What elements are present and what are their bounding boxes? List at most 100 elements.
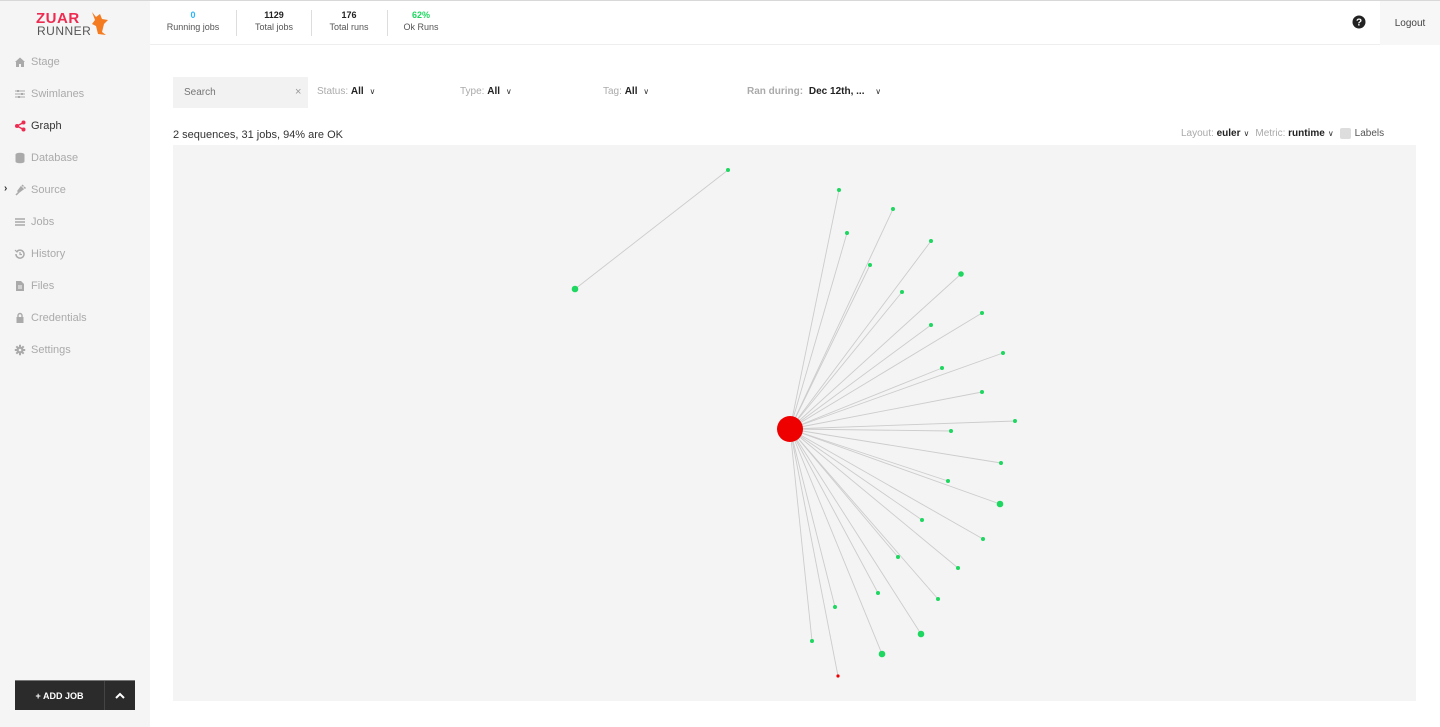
job-node[interactable]	[891, 207, 895, 211]
sequence-hub-node[interactable]	[571, 285, 579, 293]
job-node[interactable]	[936, 597, 940, 601]
add-job-button[interactable]: + ADD JOB	[15, 681, 105, 710]
job-node[interactable]	[929, 239, 933, 243]
status-filter[interactable]: Status: All ∨	[317, 86, 375, 97]
sidebar-item-stage[interactable]: Stage	[0, 46, 150, 78]
stat-total-jobs: 1129 Total jobs	[248, 10, 300, 32]
job-node[interactable]	[958, 271, 964, 277]
sidebar-item-history[interactable]: History	[0, 238, 150, 270]
job-node[interactable]	[999, 461, 1003, 465]
job-node[interactable]	[833, 605, 837, 609]
job-node[interactable]	[917, 630, 925, 638]
job-node[interactable]	[929, 323, 933, 327]
sidebar-item-graph[interactable]: Graph	[0, 110, 150, 142]
job-node[interactable]	[1001, 351, 1005, 355]
sidebar-item-settings[interactable]: Settings	[0, 334, 150, 366]
search-input[interactable]	[173, 77, 288, 108]
logo-runner: RUNNER	[37, 24, 92, 38]
sidebar-item-label: Source	[31, 184, 66, 196]
graph-canvas[interactable]	[173, 145, 1416, 701]
chevron-down-icon: ∨	[643, 87, 650, 96]
layout-select[interactable]: Layout: euler	[1181, 128, 1241, 139]
status-filter-value: All	[350, 86, 364, 97]
stat-label: Running jobs	[166, 22, 220, 32]
logo[interactable]: ZUAR RUNNER	[36, 10, 116, 40]
job-node[interactable]	[836, 674, 840, 678]
graph-summary: 2 sequences, 31 jobs, 94% are OK	[173, 129, 343, 141]
job-node[interactable]	[896, 555, 900, 559]
labels-checkbox[interactable]	[1339, 128, 1351, 139]
graph-edge	[789, 291, 903, 430]
stat-label: Ok Runs	[403, 22, 439, 32]
graph-edge	[789, 324, 932, 430]
divider	[387, 10, 388, 36]
sidebar-item-swimlanes[interactable]: Swimlanes	[0, 78, 150, 110]
sidebar-item-label: History	[31, 248, 66, 260]
job-node[interactable]	[1013, 419, 1017, 423]
sidebar-item-label: Settings	[31, 344, 71, 356]
job-node[interactable]	[996, 500, 1004, 508]
stat-value: 1129	[264, 10, 284, 20]
sidebar-item-label: Files	[31, 280, 55, 292]
clear-search-icon[interactable]: ×	[295, 86, 301, 98]
graph-edge	[789, 428, 952, 432]
job-node[interactable]	[878, 650, 886, 658]
chevron-down-icon: ∨	[1243, 129, 1250, 138]
svg-text:?: ?	[1356, 18, 1362, 29]
graph-edge	[789, 428, 1002, 464]
job-node[interactable]	[980, 311, 984, 315]
tag-filter[interactable]: Tag: All ∨	[603, 86, 649, 97]
sidebar-item-label: Jobs	[31, 216, 55, 228]
stat-value: 0	[190, 10, 196, 20]
logout-button[interactable]: Logout	[1380, 1, 1440, 45]
sidebar-item-label: Database	[31, 152, 79, 164]
add-job-expand-button[interactable]	[105, 681, 135, 710]
job-node[interactable]	[900, 290, 904, 294]
sidebar-item-label: Swimlanes	[31, 88, 85, 100]
job-node[interactable]	[810, 639, 814, 643]
question-circle-icon[interactable]: ?	[1352, 15, 1366, 29]
divider	[311, 10, 312, 36]
sidebar-item-credentials[interactable]: Credentials	[0, 302, 150, 334]
sidebar-item-jobs[interactable]: Jobs	[0, 206, 150, 238]
stat-total-runs: 176 Total runs	[323, 10, 375, 32]
chevron-down-icon: ∨	[369, 87, 376, 96]
job-node[interactable]	[837, 188, 841, 192]
metric-select[interactable]: Metric: runtime	[1255, 128, 1324, 139]
job-node[interactable]	[946, 479, 950, 483]
job-node[interactable]	[956, 566, 960, 570]
labels-checkbox-label[interactable]: Labels	[1355, 128, 1384, 139]
metric-label: Metric:	[1255, 128, 1286, 139]
job-node[interactable]	[981, 537, 985, 541]
job-node[interactable]	[940, 366, 944, 370]
job-node[interactable]	[868, 263, 872, 267]
file-icon	[16, 281, 24, 291]
sidebar-item-database[interactable]: Database	[0, 142, 150, 174]
metric-value: runtime	[1288, 128, 1325, 139]
lock-icon	[16, 312, 24, 323]
job-node[interactable]	[920, 518, 924, 522]
database-icon	[15, 152, 25, 164]
plug-icon	[15, 184, 26, 196]
sidebar-item-files[interactable]: Files	[0, 270, 150, 302]
job-node[interactable]	[726, 168, 730, 172]
sequence-hub-node[interactable]	[777, 416, 803, 442]
graph-edge	[789, 428, 939, 600]
job-node[interactable]	[949, 429, 953, 433]
graph-edge	[789, 208, 894, 430]
search-box: ×	[173, 77, 308, 108]
type-filter-label: Type:	[460, 86, 485, 97]
sidebar-item-source[interactable]: › Source	[0, 174, 150, 206]
graph-svg[interactable]	[173, 145, 1416, 701]
job-node[interactable]	[876, 591, 880, 595]
chevron-down-icon: ∨	[875, 87, 882, 96]
stat-value: 176	[341, 10, 357, 20]
job-node[interactable]	[845, 231, 849, 235]
type-filter[interactable]: Type: All ∨	[460, 86, 512, 97]
home-icon	[15, 57, 25, 67]
ran-during-filter[interactable]: Ran during: Dec 12th, ... ∨	[747, 86, 881, 97]
status-filter-label: Status:	[317, 86, 349, 97]
job-node[interactable]	[980, 390, 984, 394]
graph-nodes	[571, 168, 1017, 678]
chevron-right-icon[interactable]: ›	[4, 183, 7, 194]
